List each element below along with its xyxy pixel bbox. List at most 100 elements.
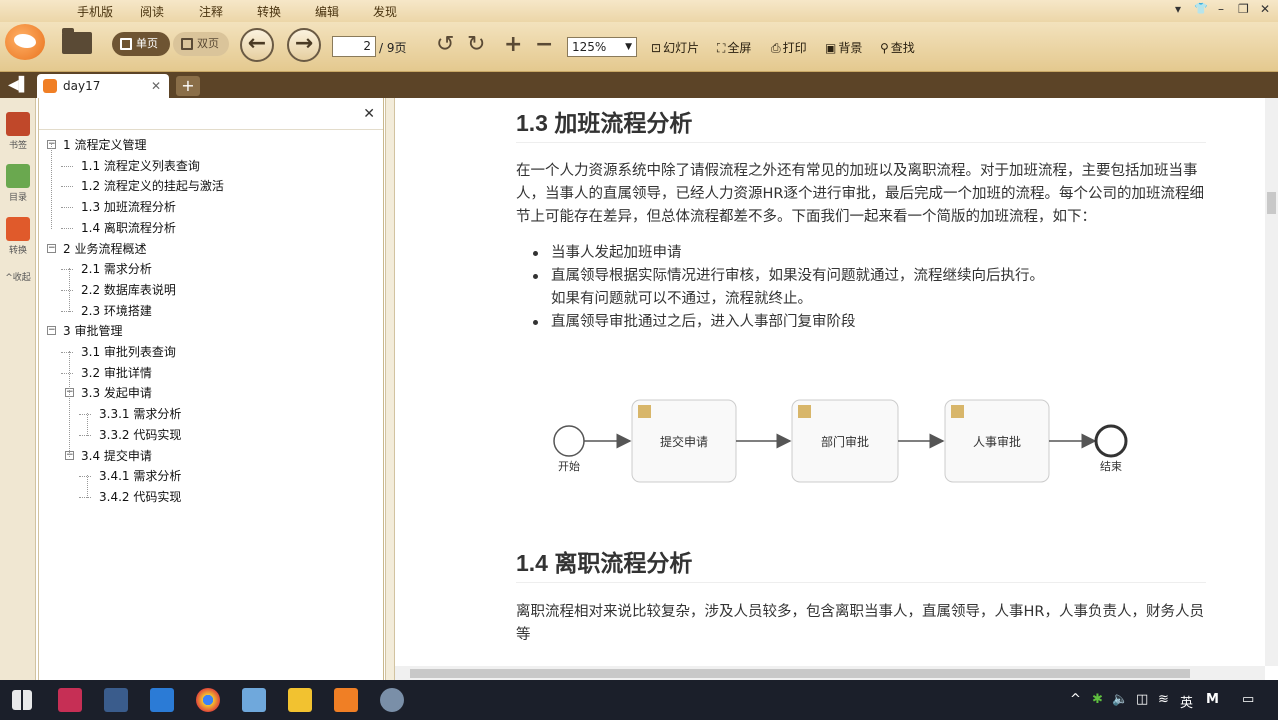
open-folder-icon[interactable] — [62, 28, 92, 54]
ime-mode[interactable]: M — [1206, 692, 1219, 707]
vertical-scrollbar[interactable] — [1265, 98, 1278, 666]
network-icon[interactable]: ◫ — [1136, 692, 1148, 707]
tree-connector — [51, 144, 52, 229]
app-logo-icon[interactable] — [5, 24, 45, 60]
toc-item[interactable]: 1.3 加班流程分析 — [81, 198, 176, 215]
prev-page-button[interactable]: ← — [240, 28, 274, 62]
horizontal-scroll-thumb[interactable] — [410, 669, 1190, 678]
menu-mobile[interactable]: 手机版 — [77, 3, 113, 20]
ime-language[interactable]: 英 — [1180, 692, 1193, 711]
toc-item[interactable]: 2 业务流程概述 — [63, 240, 146, 257]
zoom-in-icon[interactable]: + — [504, 33, 522, 57]
convert-icon — [6, 217, 30, 241]
zoom-select[interactable]: 125% — [567, 37, 637, 57]
user-task-icon — [951, 405, 964, 418]
background-icon: ▣ — [825, 41, 837, 55]
vscode-icon[interactable] — [150, 688, 174, 712]
skin-icon[interactable]: 👕 — [1194, 2, 1208, 15]
user-task-icon — [638, 405, 651, 418]
fullscreen-button[interactable]: ⛶ 全屏 — [717, 39, 751, 56]
app-icon[interactable] — [380, 688, 404, 712]
toc-item[interactable]: 3.3.1 需求分析 — [99, 405, 181, 422]
restore-icon[interactable]: ❐ — [1238, 2, 1249, 16]
reader-icon[interactable] — [334, 688, 358, 712]
panel-splitter[interactable] — [385, 98, 395, 680]
search-button[interactable]: ⚲ 查找 — [880, 39, 915, 56]
tree-connector — [79, 476, 91, 478]
toc-item[interactable]: 2.2 数据库表说明 — [81, 281, 176, 298]
page-number-input[interactable]: 2 — [332, 36, 376, 57]
menu-convert[interactable]: 转换 — [257, 3, 281, 20]
zoom-out-icon[interactable]: − — [535, 33, 553, 57]
tray-expand-icon[interactable]: ^ — [1070, 692, 1081, 707]
rotate-left-icon[interactable]: ↺ — [436, 33, 454, 57]
toc-item[interactable]: 2.3 环境搭建 — [81, 302, 152, 319]
slideshow-button[interactable]: ⊡ 幻灯片 — [651, 39, 699, 56]
heading-rule — [516, 582, 1206, 583]
toc-item[interactable]: 3.3 发起申请 — [81, 384, 152, 401]
task-label: 人事审批 — [973, 434, 1021, 449]
notification-icon[interactable]: ▭ — [1242, 692, 1254, 707]
wifi-icon[interactable]: ≋ — [1158, 692, 1169, 707]
user-task-icon — [798, 405, 811, 418]
toc-item[interactable]: 3.4 提交申请 — [81, 447, 152, 464]
single-page-button[interactable]: 单页 — [112, 32, 170, 56]
toc-item[interactable]: 1 流程定义管理 — [63, 136, 146, 153]
single-page-icon — [120, 38, 132, 50]
fullscreen-icon: ⛶ — [717, 41, 726, 55]
dropdown-icon[interactable]: ▾ — [1175, 2, 1181, 16]
toc-icon — [6, 164, 30, 188]
tree-connector — [79, 414, 91, 416]
volume-icon[interactable]: 🔈 — [1112, 692, 1128, 707]
chrome-icon[interactable] — [196, 688, 220, 712]
start-label: 开始 — [558, 459, 580, 473]
new-tab-button[interactable]: + — [176, 76, 200, 96]
toc-item[interactable]: 1.4 离职流程分析 — [81, 219, 176, 236]
app-icon[interactable] — [104, 688, 128, 712]
tree-connector — [69, 268, 70, 312]
page-total: / 9页 — [379, 41, 407, 55]
tree-connector — [61, 372, 73, 374]
print-button[interactable]: ⎙ 打印 — [771, 39, 807, 56]
toc-collapse-toggle[interactable]: − — [47, 243, 56, 253]
toc-collapse-toggle[interactable]: − — [47, 326, 56, 336]
menu-discover[interactable]: 发现 — [373, 3, 397, 20]
menu-edit[interactable]: 编辑 — [315, 3, 339, 20]
tab-day17[interactable]: day17 ✕ — [37, 74, 169, 98]
toc-button[interactable]: 目录 — [4, 164, 32, 203]
close-icon[interactable]: ✕ — [1260, 2, 1270, 16]
toc-item[interactable]: 3.4.1 需求分析 — [99, 467, 181, 484]
toc-item[interactable]: 1.2 流程定义的挂起与激活 — [81, 177, 224, 194]
collapse-button[interactable]: ^收起 — [4, 270, 32, 283]
toc-item[interactable]: 3.3.2 代码实现 — [99, 426, 181, 443]
vertical-scroll-thumb[interactable] — [1267, 192, 1276, 214]
window-icon[interactable] — [242, 688, 266, 712]
flow-diagram: 开始 提交申请 部门审批 人事审批 结束 — [553, 399, 1128, 483]
collapse-sidebar-icon[interactable]: ◀▌ — [8, 77, 30, 93]
toc-item[interactable]: 3.4.2 代码实现 — [99, 488, 181, 505]
toc-item[interactable]: 2.1 需求分析 — [81, 260, 152, 277]
intellij-icon[interactable] — [58, 688, 82, 712]
print-icon: ⎙ — [771, 41, 781, 55]
explorer-icon[interactable] — [288, 688, 312, 712]
tab-close-icon[interactable]: ✕ — [151, 74, 161, 98]
toc-item[interactable]: 3.2 审批详情 — [81, 364, 152, 381]
menu-read[interactable]: 阅读 — [140, 3, 164, 20]
toc-item[interactable]: 1.1 流程定义列表查询 — [81, 157, 200, 174]
tree-connector — [61, 165, 73, 167]
toc-item[interactable]: 3 审批管理 — [63, 322, 122, 339]
background-button[interactable]: ▣ 背景 — [825, 39, 862, 56]
bookmark-button[interactable]: 书签 — [4, 112, 32, 151]
tree-connector — [61, 352, 73, 353]
minimize-icon[interactable]: – — [1218, 2, 1224, 16]
menu-annotate[interactable]: 注释 — [199, 3, 223, 20]
next-page-button[interactable]: → — [287, 28, 321, 62]
tray-shield-icon[interactable]: ✱ — [1092, 692, 1103, 707]
toc-item[interactable]: 3.1 审批列表查询 — [81, 343, 176, 360]
panel-close-icon[interactable]: ✕ — [363, 106, 375, 122]
document-view: 1.3 加班流程分析 在一个人力资源系统中除了请假流程之外还有常见的加班以及离职… — [395, 98, 1265, 666]
convert-button[interactable]: 转换 — [4, 217, 32, 256]
double-page-button[interactable]: 双页 — [173, 32, 229, 56]
windows-start-icon[interactable] — [12, 690, 32, 710]
rotate-right-icon[interactable]: ↻ — [467, 33, 485, 57]
